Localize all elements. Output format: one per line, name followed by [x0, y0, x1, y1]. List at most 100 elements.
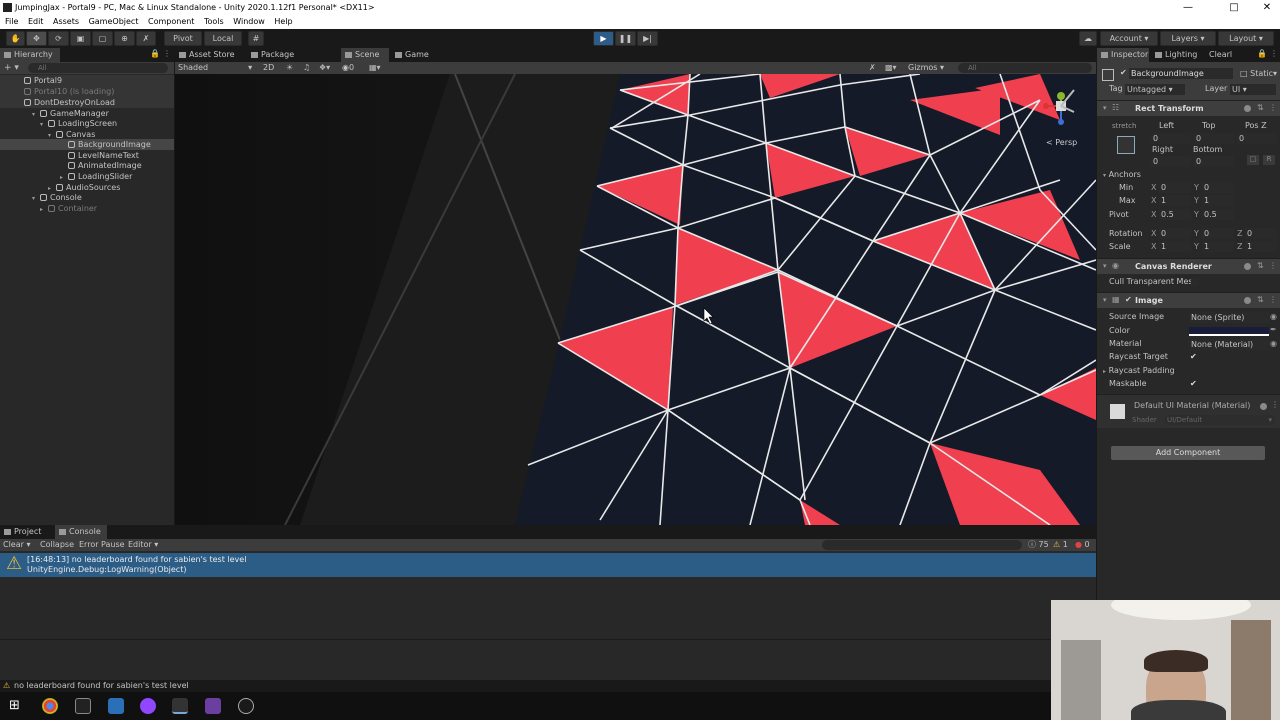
status-message[interactable]: no leaderboard found for sabien's test l…: [14, 681, 189, 690]
raycast-padding-foldout[interactable]: ▸ Raycast Padding: [1103, 365, 1175, 377]
custom-tool-icon[interactable]: ✗: [136, 31, 156, 46]
canvas-renderer-header[interactable]: ▾ ◉ Canvas Renderer ⇅ ⋮: [1097, 258, 1280, 274]
top-field[interactable]: 0: [1194, 133, 1234, 144]
grid-snap-icon[interactable]: #: [248, 31, 264, 46]
tab-scene[interactable]: Scene: [341, 48, 389, 62]
expand-arrow-icon[interactable]: ▸: [40, 204, 48, 215]
shader-dropdown[interactable]: UI/Default ▾: [1165, 415, 1275, 425]
error-count-toggle[interactable]: ● 0: [1075, 539, 1090, 551]
lock-icon[interactable]: 🔒: [1257, 49, 1267, 58]
left-field[interactable]: 0: [1151, 133, 1191, 144]
tools-icon[interactable]: ✗: [869, 62, 876, 74]
add-component-button[interactable]: Add Component: [1111, 446, 1265, 460]
scene-viewport[interactable]: < Persp: [175, 74, 1096, 525]
2d-toggle[interactable]: 2D: [263, 62, 274, 74]
play-button[interactable]: ▶: [593, 31, 614, 46]
pivot-y-field[interactable]: 0.5: [1202, 209, 1234, 220]
source-image-field[interactable]: None (Sprite): [1189, 312, 1269, 323]
tab-project[interactable]: Project: [0, 525, 52, 539]
console-search-input[interactable]: [822, 540, 1022, 550]
close-icon[interactable]: ✕: [1244, 0, 1280, 15]
tab-lighting[interactable]: Lighting: [1151, 48, 1205, 62]
grid-toggle-icon[interactable]: ▦▾: [369, 62, 381, 74]
list-item[interactable]: DontDestroyOnLoad: [0, 97, 174, 108]
help-icon[interactable]: [1244, 105, 1251, 112]
image-component-header[interactable]: ▾ ▦ ✔ Image ⇅ ⋮: [1097, 292, 1280, 308]
raycast-target-checkbox[interactable]: ✔: [1190, 352, 1197, 361]
component-menu-icon[interactable]: ⋮: [1269, 261, 1277, 270]
pause-button[interactable]: ❚❚: [615, 31, 636, 46]
effects-toggle-icon[interactable]: ❖▾: [319, 62, 330, 74]
posz-field[interactable]: 0: [1237, 133, 1277, 144]
list-item[interactable]: ▾ LoadingScreen: [0, 118, 117, 129]
raw-edit-icon[interactable]: R: [1263, 155, 1275, 165]
anchor-max-y-field[interactable]: 1: [1202, 195, 1234, 206]
eyedropper-icon[interactable]: ✒: [1270, 325, 1277, 334]
anchor-max-x-field[interactable]: 1: [1159, 195, 1191, 206]
menu-window[interactable]: Window: [233, 15, 265, 29]
scale-z-field[interactable]: 1: [1245, 241, 1277, 252]
rotation-z-field[interactable]: 0: [1245, 228, 1277, 239]
component-menu-icon[interactable]: ⋮: [1269, 103, 1277, 112]
list-item[interactable]: Portal9: [0, 75, 174, 86]
tab-game[interactable]: Game: [391, 48, 433, 62]
minimize-icon[interactable]: —: [1165, 0, 1211, 15]
editor-dropdown[interactable]: Editor ▾: [128, 539, 158, 551]
menu-gameobject[interactable]: GameObject: [89, 15, 139, 29]
menu-assets[interactable]: Assets: [53, 15, 79, 29]
bottom-field[interactable]: 0: [1194, 156, 1234, 167]
list-item[interactable]: AnimatedImage: [0, 160, 142, 171]
foldout-arrow-icon[interactable]: ▾: [1103, 104, 1107, 112]
chrome-icon[interactable]: [42, 698, 58, 714]
add-icon[interactable]: + ▾: [4, 62, 19, 74]
presets-icon[interactable]: ⇅: [1257, 295, 1264, 304]
right-field[interactable]: 0: [1151, 156, 1191, 167]
transform-tool-icon[interactable]: ⊕: [114, 31, 135, 46]
menu-tools[interactable]: Tools: [204, 15, 224, 29]
gizmos-dropdown[interactable]: Gizmos ▾: [908, 62, 944, 74]
scene-search-input[interactable]: [958, 63, 1092, 73]
menu-edit[interactable]: Edit: [28, 15, 44, 29]
layers-dropdown[interactable]: Layers ▾: [1160, 31, 1216, 46]
anchors-foldout[interactable]: ▾ Anchors: [1103, 169, 1141, 181]
menu-file[interactable]: File: [5, 15, 18, 29]
object-picker-icon[interactable]: ◉: [1270, 339, 1277, 348]
active-checkbox[interactable]: ✔: [1120, 68, 1127, 77]
pivot-toggle[interactable]: Pivot: [164, 31, 202, 46]
panel-menu-icon[interactable]: ⋮: [1270, 49, 1278, 58]
console-splitter[interactable]: [0, 639, 1096, 640]
menu-help[interactable]: Help: [274, 15, 292, 29]
twitch-icon[interactable]: [140, 698, 156, 714]
warning-count-toggle[interactable]: ⚠ 1: [1053, 539, 1068, 551]
color-swatch[interactable]: [1189, 327, 1269, 336]
layer-dropdown[interactable]: UI ▾: [1230, 84, 1276, 95]
log-count-toggle[interactable]: ⓘ 75: [1028, 539, 1049, 551]
maskable-checkbox[interactable]: ✔: [1190, 379, 1197, 388]
material-field[interactable]: None (Material): [1189, 339, 1269, 350]
hierarchy-search-input[interactable]: [28, 63, 168, 73]
tab-hierarchy[interactable]: Hierarchy: [0, 48, 60, 62]
tag-dropdown[interactable]: Untagged ▾: [1125, 84, 1185, 95]
help-icon[interactable]: [1244, 263, 1251, 270]
rotate-tool-icon[interactable]: ⟳: [48, 31, 69, 46]
lighting-toggle-icon[interactable]: ☀: [286, 62, 293, 74]
enabled-checkbox[interactable]: ✔: [1125, 295, 1132, 304]
tab-asset-store[interactable]: Asset Store: [175, 48, 245, 62]
tab-clear[interactable]: Clearl: [1205, 48, 1245, 62]
tab-console[interactable]: Console: [55, 525, 107, 539]
foldout-arrow-icon[interactable]: ▾: [1103, 296, 1107, 304]
foldout-arrow-icon[interactable]: ▾: [1103, 262, 1107, 270]
object-name-field[interactable]: [1129, 68, 1233, 79]
help-icon[interactable]: [1244, 297, 1251, 304]
unity-icon[interactable]: [172, 698, 188, 714]
help-icon[interactable]: [1260, 403, 1267, 410]
obs-icon[interactable]: [75, 698, 91, 714]
hand-tool-icon[interactable]: ✋: [6, 31, 25, 46]
scale-tool-icon[interactable]: ▣: [70, 31, 91, 46]
static-toggle[interactable]: □ Static▾: [1240, 68, 1277, 79]
presets-icon[interactable]: ⇅: [1257, 261, 1264, 270]
anchor-min-x-field[interactable]: 0: [1159, 182, 1191, 193]
tab-inspector[interactable]: Inspector: [1097, 48, 1149, 62]
component-menu-icon[interactable]: ⋮: [1271, 400, 1279, 409]
clear-button[interactable]: Clear ▾: [3, 539, 30, 551]
